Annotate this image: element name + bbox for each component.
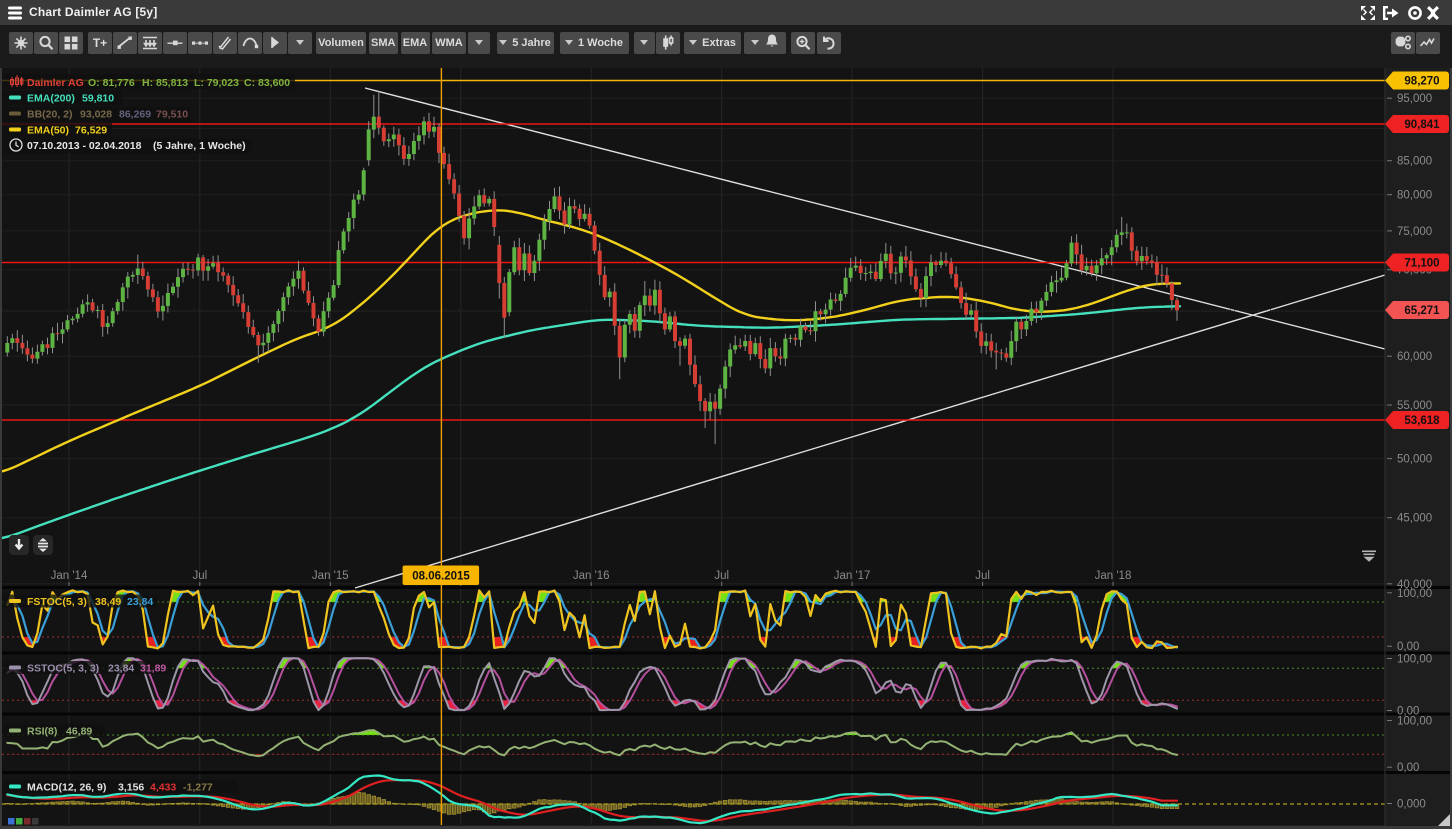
svg-text:C: 83,600: C: 83,600 bbox=[244, 77, 290, 89]
svg-text:O: 81,776: O: 81,776 bbox=[88, 77, 135, 89]
svg-text:Jul: Jul bbox=[975, 570, 990, 582]
svg-text:Jan '17: Jan '17 bbox=[834, 570, 871, 582]
svg-text:BB(20, 2)93,02886,26979,510: BB(20, 2)93,02886,26979,510 bbox=[27, 109, 188, 121]
svg-text:55,000: 55,000 bbox=[1397, 400, 1432, 412]
svg-text:85,000: 85,000 bbox=[1397, 156, 1432, 168]
svg-text:50,000: 50,000 bbox=[1397, 454, 1432, 466]
svg-text:0,000: 0,000 bbox=[1397, 799, 1426, 811]
svg-text:Jul: Jul bbox=[192, 570, 207, 582]
svg-text:MACD(12, 26, 9)3,1564,433-1,27: MACD(12, 26, 9)3,1564,433-1,277 bbox=[27, 782, 213, 794]
svg-text:100,00: 100,00 bbox=[1397, 654, 1432, 666]
svg-text:80,000: 80,000 bbox=[1397, 190, 1432, 202]
svg-text:EMA(200)59,810: EMA(200)59,810 bbox=[27, 93, 114, 105]
svg-text:Jan '15: Jan '15 bbox=[312, 570, 349, 582]
svg-text:H: 85,813: H: 85,813 bbox=[142, 77, 188, 89]
svg-text:07.10.2013 - 02.04.2018(5 Jahr: 07.10.2013 - 02.04.2018(5 Jahre, 1 Woche… bbox=[27, 140, 246, 152]
svg-text:98,270: 98,270 bbox=[1404, 76, 1439, 88]
svg-text:75,000: 75,000 bbox=[1397, 226, 1432, 238]
svg-text:90,841: 90,841 bbox=[1404, 119, 1440, 131]
svg-text:Daimler AG: Daimler AG bbox=[27, 77, 84, 89]
svg-text:Jan '18: Jan '18 bbox=[1095, 570, 1132, 582]
svg-text:0,00: 0,00 bbox=[1397, 641, 1419, 653]
svg-text:71,100: 71,100 bbox=[1404, 258, 1439, 270]
svg-text:100,00: 100,00 bbox=[1397, 716, 1432, 728]
svg-text:100,00: 100,00 bbox=[1397, 588, 1432, 600]
svg-text:95,000: 95,000 bbox=[1397, 93, 1432, 105]
svg-text:Jan '14: Jan '14 bbox=[51, 570, 88, 582]
svg-text:Jan '16: Jan '16 bbox=[573, 570, 610, 582]
svg-text:45,000: 45,000 bbox=[1397, 513, 1432, 525]
svg-text:53,618: 53,618 bbox=[1404, 415, 1440, 427]
svg-text:EMA(50)76,529: EMA(50)76,529 bbox=[27, 125, 107, 137]
svg-text:SSTOC(5, 3, 3)23,8431,89: SSTOC(5, 3, 3)23,8431,89 bbox=[27, 663, 166, 675]
svg-text:L: 79,023: L: 79,023 bbox=[194, 77, 239, 89]
svg-text:65,271: 65,271 bbox=[1404, 305, 1440, 317]
svg-text:Jul: Jul bbox=[714, 570, 729, 582]
svg-text:08.06.2015: 08.06.2015 bbox=[412, 571, 470, 583]
svg-text:0,00: 0,00 bbox=[1397, 762, 1419, 774]
svg-text:60,000: 60,000 bbox=[1397, 351, 1432, 363]
